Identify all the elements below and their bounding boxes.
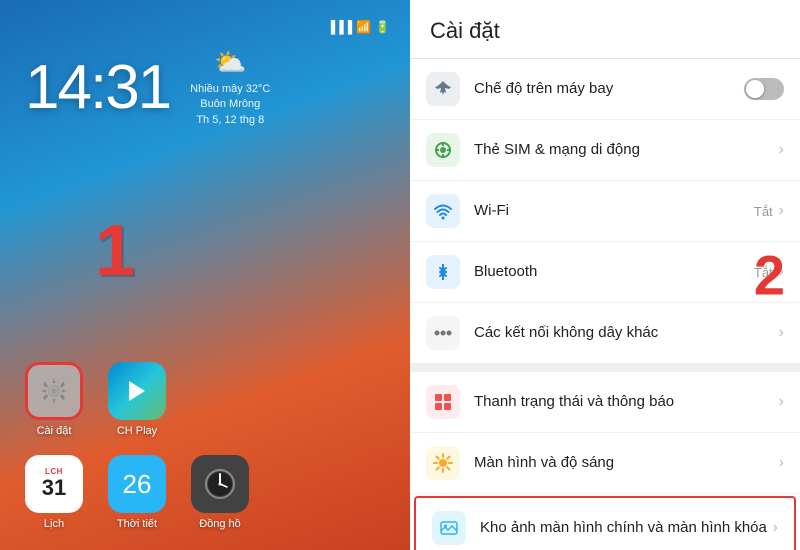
notification-chevron: › bbox=[779, 393, 784, 411]
settings-item-sim[interactable]: Thẻ SIM & mạng di động › bbox=[410, 120, 800, 181]
airplane-toggle[interactable] bbox=[744, 78, 784, 100]
notification-label: Thanh trạng thái và thông báo bbox=[474, 392, 779, 412]
chplay-icon bbox=[108, 362, 166, 420]
calendar-app[interactable]: LCH 31 Lịch bbox=[25, 455, 83, 530]
connections-chevron: › bbox=[779, 324, 784, 342]
bluetooth-label: Bluetooth bbox=[474, 262, 754, 282]
display-icon bbox=[426, 446, 460, 480]
sim-label: Thẻ SIM & mạng di động bbox=[474, 140, 779, 160]
settings-item-bluetooth[interactable]: Bluetooth Tắt › bbox=[410, 242, 800, 303]
clock-app[interactable]: Đồng hồ bbox=[191, 455, 249, 530]
airplane-label: Chế độ trên máy bay bbox=[474, 79, 744, 99]
sim-text: Thẻ SIM & mạng di động bbox=[474, 140, 779, 160]
wallpaper-icon bbox=[432, 511, 466, 545]
calendar-app-label: Lịch bbox=[44, 518, 64, 530]
wifi-text: Wi-Fi bbox=[474, 201, 754, 221]
weather-description: Nhiều mây 32°C Buôn Mrông Th 5, 12 thg 8 bbox=[190, 82, 270, 128]
signal-icon: ▐▐▐ bbox=[327, 20, 353, 34]
clock-app-label: Đồng hồ bbox=[199, 518, 241, 530]
bluetooth-chevron: › bbox=[779, 263, 784, 281]
calendar-icon: LCH 31 bbox=[25, 455, 83, 513]
app-grid: Cài đặt CH Play bbox=[15, 362, 395, 530]
display-label: Màn hình và độ sáng bbox=[474, 453, 779, 473]
settings-title: Cài đặt bbox=[410, 0, 800, 59]
settings-item-wifi[interactable]: Wi-Fi Tắt › bbox=[410, 181, 800, 242]
display-right: › bbox=[779, 454, 784, 472]
weather-app[interactable]: 26 Thời tiết bbox=[108, 455, 166, 530]
weather-widget: ⛅ Nhiều mây 32°C Buôn Mrông Th 5, 12 thg… bbox=[190, 47, 270, 128]
homescreen-panel: ▐▐▐ 📶 🔋 14:31 ⛅ Nhiều mây 32°C Buôn Mrôn… bbox=[0, 0, 410, 550]
clock-app-icon bbox=[191, 455, 249, 513]
sim-right: › bbox=[779, 141, 784, 159]
settings-icon bbox=[25, 362, 83, 420]
clock-weather-row: 14:31 ⛅ Nhiều mây 32°C Buôn Mrông Th 5, … bbox=[15, 42, 395, 148]
settings-app[interactable]: Cài đặt bbox=[25, 362, 83, 437]
connections-icon bbox=[426, 316, 460, 350]
wallpaper-label: Kho ảnh màn hình chính và màn hình khóa bbox=[480, 518, 773, 538]
display-chevron: › bbox=[779, 454, 784, 472]
airplane-icon bbox=[426, 72, 460, 106]
bluetooth-right: Tắt › bbox=[754, 263, 784, 281]
step-1-label: 1 bbox=[95, 210, 135, 292]
settings-app-label: Cài đặt bbox=[37, 425, 72, 437]
settings-panel: Cài đặt 2 Chế độ trên máy bay bbox=[410, 0, 800, 550]
weather-app-icon: 26 bbox=[108, 455, 166, 513]
connections-text: Các kết nối không dây khác bbox=[474, 323, 779, 343]
settings-item-wallpaper[interactable]: Kho ảnh màn hình chính và màn hình khóa … bbox=[414, 496, 796, 550]
settings-item-notification[interactable]: Thanh trạng thái và thông báo › bbox=[410, 372, 800, 433]
status-icons: ▐▐▐ 📶 🔋 bbox=[327, 20, 390, 34]
weather-app-label: Thời tiết bbox=[117, 518, 157, 530]
wifi-label: Wi-Fi bbox=[474, 201, 754, 221]
section-divider bbox=[410, 364, 800, 372]
settings-list: Chế độ trên máy bay Thẻ SIM & mạng di độ… bbox=[410, 59, 800, 550]
chplay-app-label: CH Play bbox=[117, 425, 157, 437]
bluetooth-status: Tắt bbox=[754, 265, 773, 280]
app-row-1: Cài đặt CH Play bbox=[25, 362, 385, 437]
settings-item-connections[interactable]: Các kết nối không dây khác › bbox=[410, 303, 800, 364]
wifi-right: Tắt › bbox=[754, 202, 784, 220]
settings-item-airplane[interactable]: Chế độ trên máy bay bbox=[410, 59, 800, 120]
wallpaper-text: Kho ảnh màn hình chính và màn hình khóa bbox=[480, 518, 773, 538]
settings-item-display[interactable]: Màn hình và độ sáng › bbox=[410, 433, 800, 494]
bluetooth-icon bbox=[426, 255, 460, 289]
status-bar: ▐▐▐ 📶 🔋 bbox=[15, 20, 395, 42]
wallpaper-right: › bbox=[773, 519, 778, 537]
chplay-app[interactable]: CH Play bbox=[108, 362, 166, 437]
connections-right: › bbox=[779, 324, 784, 342]
clock-display: 14:31 bbox=[25, 52, 170, 123]
wifi-chevron: › bbox=[779, 202, 784, 220]
wifi-status: Tắt bbox=[754, 204, 773, 219]
notification-text: Thanh trạng thái và thông báo bbox=[474, 392, 779, 412]
bluetooth-text: Bluetooth bbox=[474, 262, 754, 282]
connections-label: Các kết nối không dây khác bbox=[474, 323, 779, 343]
airplane-toggle-container bbox=[744, 78, 784, 100]
weather-icon: ⛅ bbox=[214, 47, 246, 78]
notification-icon bbox=[426, 385, 460, 419]
sim-chevron: › bbox=[779, 141, 784, 159]
wifi-icon bbox=[426, 194, 460, 228]
app-row-2: LCH 31 Lịch 26 Thời tiết bbox=[25, 455, 385, 530]
notification-right: › bbox=[779, 393, 784, 411]
sim-icon bbox=[426, 133, 460, 167]
wifi-status-icon: 📶 bbox=[356, 20, 371, 34]
airplane-text: Chế độ trên máy bay bbox=[474, 79, 744, 99]
wallpaper-chevron: › bbox=[773, 519, 778, 537]
battery-icon: 🔋 bbox=[375, 20, 390, 34]
display-text: Màn hình và độ sáng bbox=[474, 453, 779, 473]
